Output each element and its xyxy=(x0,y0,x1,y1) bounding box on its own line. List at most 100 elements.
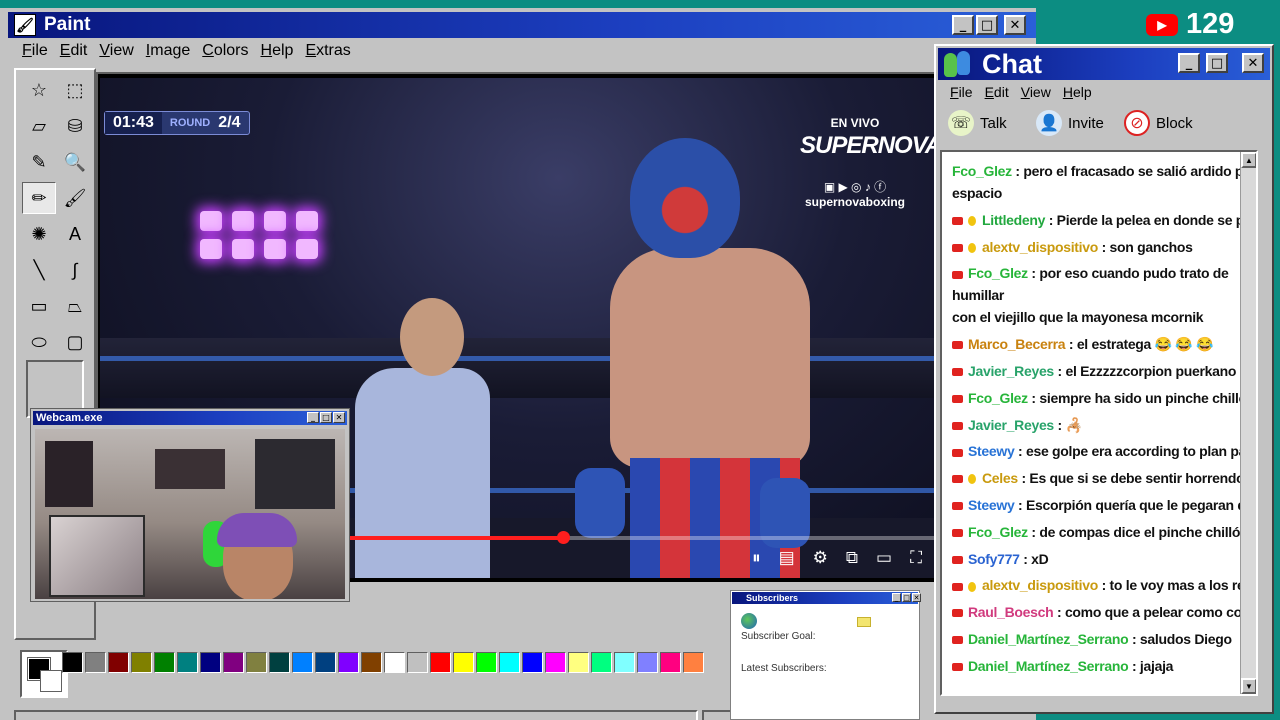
chat-username[interactable]: Celes xyxy=(982,470,1018,486)
chat-username[interactable]: Fco_Glez xyxy=(968,265,1028,281)
color-swatch[interactable] xyxy=(614,652,635,673)
invite-button[interactable]: 👤 Invite xyxy=(1036,110,1104,136)
chat-log[interactable]: Fco_Glez : pero el fracasado se salió ar… xyxy=(940,150,1258,696)
color-swatch[interactable] xyxy=(62,652,83,673)
paint-titlebar[interactable]: 🖌 Paint _ □ ✕ xyxy=(8,12,1036,38)
color-picker-icon[interactable]: ✎ xyxy=(22,146,56,178)
maximize-button[interactable]: □ xyxy=(976,15,998,35)
webcam-titlebar[interactable]: Webcam.exe _ □ ✕ xyxy=(33,411,347,425)
chat-username[interactable]: Marco_Becerra xyxy=(968,336,1066,352)
chat-username[interactable]: alextv_dispositivo xyxy=(982,239,1098,255)
rect-select-icon[interactable]: ⬚ xyxy=(58,74,92,106)
current-colors[interactable] xyxy=(20,650,68,698)
miniplayer-icon[interactable]: ⧉ xyxy=(846,548,858,568)
color-swatch[interactable] xyxy=(384,652,405,673)
polygon-icon[interactable]: ⏢ xyxy=(58,290,92,322)
menu-edit[interactable]: Edit xyxy=(54,40,94,62)
chat-username[interactable]: alextv_dispositivo xyxy=(982,577,1098,593)
color-swatch[interactable] xyxy=(499,652,520,673)
rounded-rect-icon[interactable]: ▢ xyxy=(58,326,92,358)
chat-username[interactable]: Fco_Glez xyxy=(968,390,1028,406)
block-button[interactable]: ⊘ Block xyxy=(1124,110,1193,136)
chat-username[interactable]: Steewy xyxy=(968,443,1015,459)
close-button[interactable]: ✕ xyxy=(333,412,345,423)
magnifier-icon[interactable]: 🔍 xyxy=(58,146,92,178)
line-icon[interactable]: ╲ xyxy=(22,254,56,286)
color-swatch[interactable] xyxy=(361,652,382,673)
color-swatch[interactable] xyxy=(522,652,543,673)
color-swatch[interactable] xyxy=(200,652,221,673)
color-swatch[interactable] xyxy=(407,652,428,673)
color-swatch[interactable] xyxy=(591,652,612,673)
color-swatch[interactable] xyxy=(292,652,313,673)
free-select-icon[interactable]: ☆ xyxy=(22,74,56,106)
chat-username[interactable]: Fco_Glez xyxy=(968,524,1028,540)
chat-username[interactable]: Daniel_Martínez_Serrano xyxy=(968,631,1129,647)
chat-username[interactable]: Steewy xyxy=(968,497,1015,513)
menu-view[interactable]: View xyxy=(93,40,139,62)
theater-mode-icon[interactable]: ▭ xyxy=(876,548,892,568)
minimize-button[interactable]: _ xyxy=(892,593,901,602)
chat-menu-help[interactable]: Help xyxy=(1057,82,1098,102)
rectangle-icon[interactable]: ▭ xyxy=(22,290,56,322)
color-swatch[interactable] xyxy=(246,652,267,673)
color-swatch[interactable] xyxy=(660,652,681,673)
chat-scrollbar[interactable]: ▲ ▼ xyxy=(1240,152,1256,694)
maximize-button[interactable]: □ xyxy=(1206,53,1228,73)
background-color[interactable] xyxy=(40,670,62,692)
color-swatch[interactable] xyxy=(108,652,129,673)
autoplay-toggle-icon[interactable]: ⏸ xyxy=(752,548,761,568)
color-swatch[interactable] xyxy=(177,652,198,673)
menu-file[interactable]: File xyxy=(16,40,54,62)
chat-menu-edit[interactable]: Edit xyxy=(979,82,1015,102)
minimize-button[interactable]: _ xyxy=(307,412,319,423)
ellipse-icon[interactable]: ⬭ xyxy=(22,326,56,358)
brush-icon[interactable]: 🖌 xyxy=(58,182,92,214)
color-swatch[interactable] xyxy=(223,652,244,673)
chat-username[interactable]: Javier_Reyes xyxy=(968,363,1054,379)
close-button[interactable]: ✕ xyxy=(1004,15,1026,35)
menu-extras[interactable]: Extras xyxy=(299,40,356,62)
minimize-button[interactable]: _ xyxy=(1178,53,1200,73)
text-icon[interactable]: A xyxy=(58,218,92,250)
menu-help[interactable]: Help xyxy=(255,40,300,62)
maximize-button[interactable]: □ xyxy=(320,412,332,423)
color-swatch[interactable] xyxy=(338,652,359,673)
color-swatch[interactable] xyxy=(683,652,704,673)
scroll-up-arrow[interactable]: ▲ xyxy=(1241,152,1256,168)
video-progress-bar[interactable] xyxy=(350,531,934,544)
color-swatch[interactable] xyxy=(154,652,175,673)
color-swatch[interactable] xyxy=(637,652,658,673)
fill-icon[interactable]: ⛁ xyxy=(58,110,92,142)
color-swatch[interactable] xyxy=(131,652,152,673)
maximize-button[interactable]: □ xyxy=(902,593,911,602)
settings-gear-icon[interactable]: ⚙ xyxy=(813,548,828,568)
menu-image[interactable]: Image xyxy=(140,40,196,62)
color-swatch[interactable] xyxy=(568,652,589,673)
color-swatch[interactable] xyxy=(476,652,497,673)
color-swatch[interactable] xyxy=(430,652,451,673)
chat-username[interactable]: Sofy777 xyxy=(968,551,1020,567)
color-swatch[interactable] xyxy=(85,652,106,673)
curve-icon[interactable]: ∫ xyxy=(58,254,92,286)
color-swatch[interactable] xyxy=(453,652,474,673)
talk-button[interactable]: ☏ Talk xyxy=(948,110,1007,136)
chat-username[interactable]: Littledeny xyxy=(982,212,1045,228)
scroll-down-arrow[interactable]: ▼ xyxy=(1241,678,1256,694)
color-swatch[interactable] xyxy=(315,652,336,673)
subscribers-titlebar[interactable]: Subscribers _ □ ✕ xyxy=(732,592,921,604)
airbrush-icon[interactable]: ✺ xyxy=(22,218,56,250)
close-button[interactable]: ✕ xyxy=(912,593,921,602)
chat-username[interactable]: Raul_Boesch xyxy=(968,604,1054,620)
close-button[interactable]: ✕ xyxy=(1242,53,1264,73)
chat-username[interactable]: Javier_Reyes xyxy=(968,417,1054,433)
minimize-button[interactable]: _ xyxy=(952,15,974,35)
menu-colors[interactable]: Colors xyxy=(196,40,254,62)
color-swatch[interactable] xyxy=(545,652,566,673)
chat-titlebar[interactable]: Chat _ □ ✕ xyxy=(938,48,1270,80)
chat-username[interactable]: Daniel_Martínez_Serrano xyxy=(968,658,1129,674)
color-swatch[interactable] xyxy=(269,652,290,673)
chat-menu-view[interactable]: View xyxy=(1015,82,1057,102)
fullscreen-icon[interactable]: ⛶ xyxy=(910,548,922,568)
pencil-icon[interactable]: ✏ xyxy=(22,182,56,214)
